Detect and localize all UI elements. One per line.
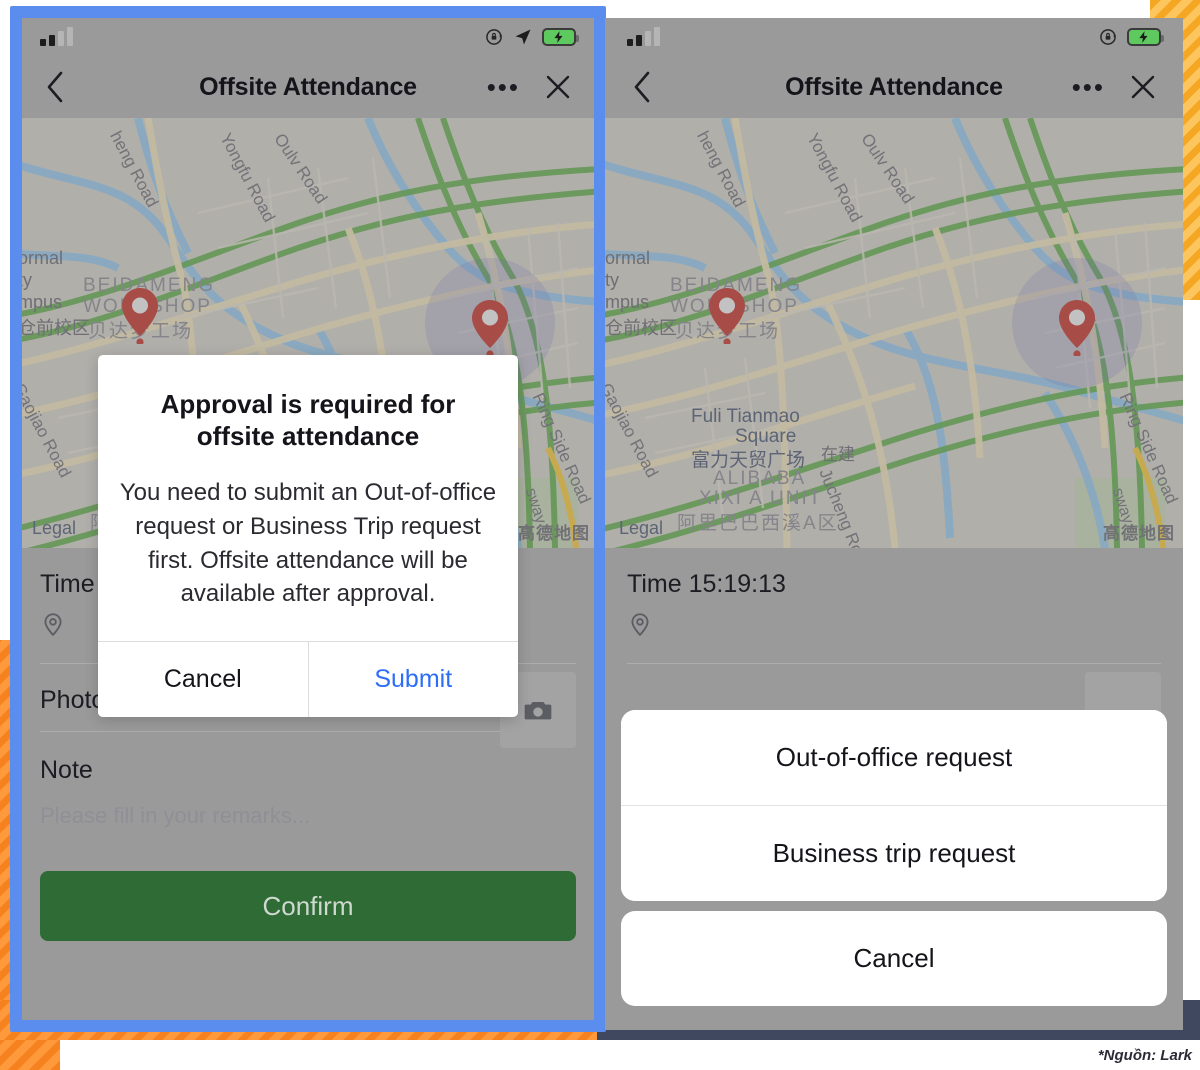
location-row [627,607,1161,663]
rotation-lock-icon [486,29,502,45]
camera-icon [524,702,552,720]
dialog-actions: Cancel Submit [98,640,518,717]
nav-bar-left: Offsite Attendance ••• [18,56,598,118]
map-dim-overlay-right [605,118,1183,548]
battery-charging-icon [1127,28,1164,46]
more-dots-icon[interactable]: ••• [487,73,520,100]
action-sheet-options: Out-of-office request Business trip reque… [621,710,1167,901]
confirm-button[interactable]: Confirm [40,871,576,941]
status-bar-left [18,18,598,56]
signal-bars-icon [627,27,660,46]
status-bar-right [605,18,1183,56]
action-sheet-option-0[interactable]: Out-of-office request [621,710,1167,805]
rotation-lock-icon [1100,29,1116,45]
approval-required-dialog: Approval is required for offsite attenda… [98,355,518,717]
back-chevron-left-icon[interactable] [631,70,655,104]
phone-screen-left: Offsite Attendance ••• 高德地图 heng Road Yo… [18,18,598,1030]
location-pin-icon [631,613,649,637]
battery-charging-icon [542,28,579,46]
nav-bar-right: Offsite Attendance ••• [605,56,1183,118]
action-sheet-cancel-group: Cancel [621,911,1167,1006]
time-label: Time 15:19:13 [627,570,786,598]
close-x-icon[interactable] [544,73,572,101]
map-view-right[interactable]: 高德地图 heng Road Yongfu Road Oulv Road ormal t… [605,118,1183,548]
screenshot-root: Offsite Attendance ••• 高德地图 heng Road Yo… [0,0,1200,1070]
dialog-submit-button[interactable]: Submit [308,641,518,717]
action-sheet-option-1[interactable]: Business trip request [621,805,1167,901]
dialog-cancel-button[interactable]: Cancel [98,641,309,717]
more-dots-icon[interactable]: ••• [1072,73,1105,100]
signal-bars-icon [40,27,73,46]
close-x-icon[interactable] [1129,73,1157,101]
request-action-sheet: Out-of-office request Business trip reque… [621,710,1167,1016]
location-pin-icon [44,613,62,637]
source-caption: *Nguồn: Lark [1097,1047,1192,1064]
location-text [669,618,1161,630]
phone-screen-right: Offsite Attendance ••• 高德地图 heng Road Yo… [605,18,1183,1030]
note-label: Note [40,756,93,784]
dialog-title: Approval is required for offsite attenda… [160,389,456,451]
action-sheet-cancel-button[interactable]: Cancel [621,911,1167,1006]
attendance-form-right: Time 15:19:13 [605,548,1183,748]
location-arrow-icon [515,29,531,45]
photo-label: Photo [40,686,106,714]
photo-row [627,664,1161,748]
note-input[interactable]: Please fill in your remarks... [40,795,576,871]
back-chevron-left-icon[interactable] [44,70,68,104]
dialog-message: You need to submit an Out-of-office requ… [119,479,497,608]
